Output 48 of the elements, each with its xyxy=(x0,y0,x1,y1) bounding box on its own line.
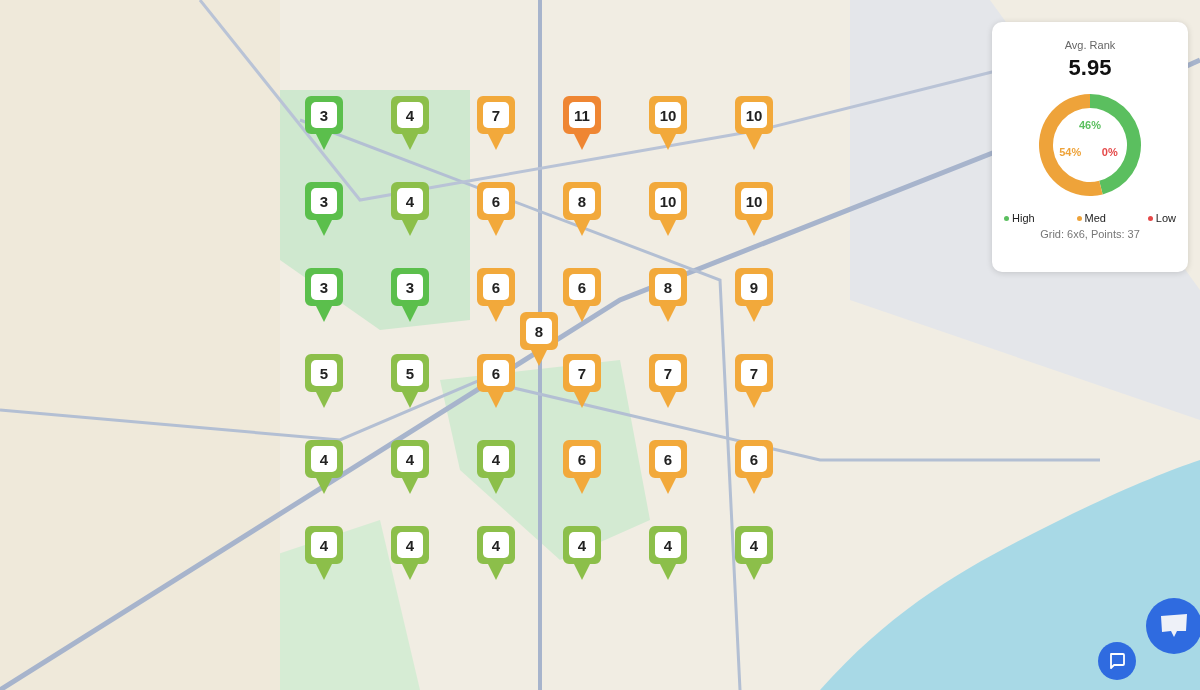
percent-label: 54% xyxy=(1059,146,1082,159)
rank-pin[interactable]: 11 xyxy=(563,96,601,150)
rank-pin[interactable]: 5 xyxy=(305,354,343,408)
percent-label: 0% xyxy=(1101,146,1118,159)
rank-pin[interactable]: 4 xyxy=(391,526,429,580)
percent-label: 46% xyxy=(1079,119,1101,132)
chat-icon xyxy=(1108,652,1126,670)
rank-pin[interactable]: 3 xyxy=(305,182,343,236)
rank-pin[interactable]: 10 xyxy=(649,96,687,150)
rank-pin[interactable]: 6 xyxy=(477,268,515,322)
rank-pin[interactable]: 3 xyxy=(305,96,343,150)
rank-pin[interactable]: 8 xyxy=(520,312,558,366)
average-rank: 5.95 xyxy=(1068,55,1112,81)
rank-pin[interactable]: 10 xyxy=(735,182,773,236)
rank-pin[interactable]: 6 xyxy=(735,440,773,494)
rank-pin[interactable]: 3 xyxy=(305,268,343,322)
rank-pin[interactable]: 3 xyxy=(391,268,429,322)
rank-pin[interactable]: 9 xyxy=(735,268,773,322)
grid-info: Grid: 6x6, Points: 37 xyxy=(1040,228,1140,240)
chat-icon xyxy=(1159,613,1189,639)
rank-pin[interactable]: 10 xyxy=(649,182,687,236)
rank-pin[interactable]: 4 xyxy=(735,526,773,580)
rank-pin[interactable]: 5 xyxy=(391,354,429,408)
rank-pin[interactable]: 10 xyxy=(735,96,773,150)
rank-pin[interactable]: 7 xyxy=(477,96,515,150)
legend-label: High xyxy=(1012,212,1035,224)
rank-pin[interactable]: 4 xyxy=(305,440,343,494)
rank-pin[interactable]: 4 xyxy=(477,526,515,580)
rank-pin[interactable]: 8 xyxy=(649,268,687,322)
rank-pin[interactable]: 6 xyxy=(477,182,515,236)
rank-pin[interactable]: 7 xyxy=(563,354,601,408)
rank-pin[interactable]: 8 xyxy=(563,182,601,236)
rank-pin[interactable]: 6 xyxy=(563,440,601,494)
rank-pin[interactable]: 6 xyxy=(477,354,515,408)
rank-pin[interactable]: 7 xyxy=(649,354,687,408)
rank-pin[interactable]: 4 xyxy=(305,526,343,580)
rank-pin[interactable]: 4 xyxy=(391,440,429,494)
rank-pin[interactable]: 4 xyxy=(391,182,429,236)
rank-pin[interactable]: 4 xyxy=(649,526,687,580)
legend-label: Low xyxy=(1155,212,1176,224)
rank-pin[interactable]: 4 xyxy=(391,96,429,150)
rank-pin[interactable]: 6 xyxy=(563,268,601,322)
legend-label: Med xyxy=(1084,212,1106,224)
rank-pin[interactable]: 4 xyxy=(563,526,601,580)
card-title: Avg. Rank xyxy=(1064,39,1116,51)
rank-pin[interactable]: 7 xyxy=(735,354,773,408)
rank-pin[interactable]: 4 xyxy=(477,440,515,494)
rank-pin[interactable]: 6 xyxy=(649,440,687,494)
